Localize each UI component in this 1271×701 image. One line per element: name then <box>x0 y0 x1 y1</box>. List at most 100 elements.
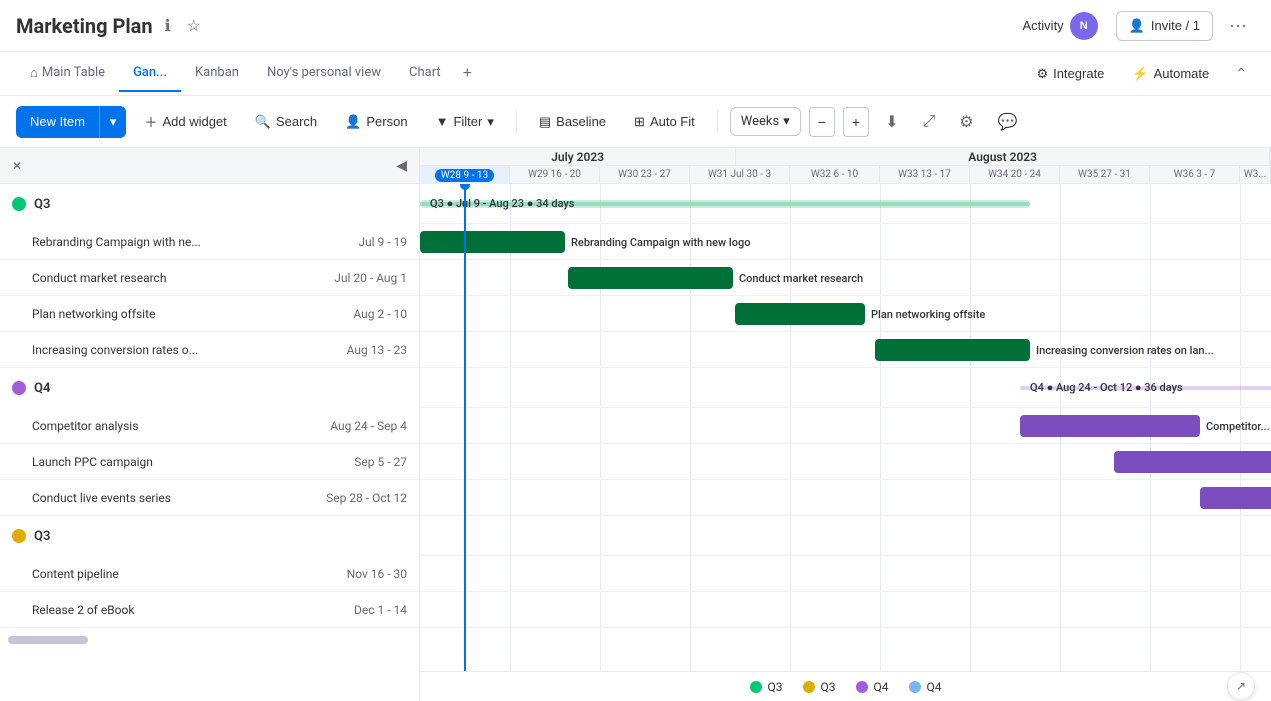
tab-bar: ⌂ Main Table Gan... Kanban Noy's persona… <box>0 52 1271 96</box>
integrate-label: Integrate <box>1053 66 1104 81</box>
activity-button[interactable]: Activity N <box>1013 6 1108 46</box>
weeks-selector[interactable]: Weeks ▾ <box>730 107 801 136</box>
task-name: Release 2 of eBook <box>32 603 354 617</box>
legend-dot-q3-green <box>750 681 762 693</box>
task-row: Conduct live events series Sep 28 - Oct … <box>0 480 419 516</box>
group-q3-gold: Q3 Content pipeline Nov 16 - 30 Release … <box>0 516 419 628</box>
tab-main-table[interactable]: ⌂ Main Table <box>16 55 119 93</box>
legend-dot-q4-purple <box>856 681 868 693</box>
star-icon-btn[interactable]: ☆ <box>183 12 205 40</box>
task-date: Dec 1 - 14 <box>354 603 407 617</box>
add-widget-label: Add widget <box>162 114 226 129</box>
zoom-out-button[interactable]: − <box>809 107 835 137</box>
app-header: Marketing Plan ℹ ☆ Activity N 👤 Invite /… <box>0 0 1271 52</box>
new-item-button[interactable]: New Item ▾ <box>16 106 126 138</box>
legend-q4-blue: Q4 <box>909 680 942 694</box>
add-widget-button[interactable]: ＋ Add widget <box>134 106 236 137</box>
task-name: Competitor analysis <box>32 419 330 433</box>
collapse-left-panel-btn[interactable]: ◀ <box>392 153 411 178</box>
gantt-group-row-q3-green: Q3 ● Jul 9 - Aug 23 ● 34 days <box>420 184 1271 224</box>
person-button[interactable]: 👤 Person <box>335 108 417 136</box>
week-cell-w30: W30 23 - 27 <box>600 166 690 184</box>
gantt-task-row: Increasing conversion rates on lan... <box>420 332 1271 368</box>
month-july-label: July 2023 <box>551 150 604 164</box>
gantt-panel: July 2023 August 2023 W28 9 - 13 W29 16 … <box>420 148 1271 701</box>
tab-gantt-label: Gan... <box>133 65 167 80</box>
gantt-group-row-q4-purple: Q4 ● Aug 24 - Oct 12 ● 36 days <box>420 368 1271 408</box>
week-cell-w33: W33 13 - 17 <box>880 166 970 184</box>
gantt-bar-networking[interactable]: Plan networking offsite <box>735 303 865 325</box>
month-july: July 2023 <box>420 148 736 166</box>
gantt-bar-rebranding[interactable]: Rebranding Campaign with new logo <box>420 231 565 253</box>
gantt-bar-label-competitor: Competitor... <box>1206 420 1270 433</box>
task-date: Nov 16 - 30 <box>347 567 407 581</box>
filter-icon: ▼ <box>436 114 449 129</box>
main-area: ✕ ◀ Q3 Rebranding Campaign with ne... Ju… <box>0 148 1271 701</box>
tab-personal[interactable]: Noy's personal view <box>253 55 395 92</box>
settings-button[interactable]: ⚙ <box>951 106 981 138</box>
scroll-area <box>0 636 419 644</box>
task-row: Rebranding Campaign with ne... Jul 9 - 1… <box>0 224 419 260</box>
group-header-q3-green[interactable]: Q3 <box>0 184 419 224</box>
filter-button[interactable]: ▼ Filter ▾ <box>426 108 504 136</box>
invite-icon: 👤 <box>1129 18 1145 34</box>
zoom-in-button[interactable]: + <box>843 107 869 137</box>
gantt-bar-competitor[interactable]: Competitor... <box>1020 415 1200 437</box>
legend-q3-gold: Q3 <box>803 680 836 694</box>
gantt-bar-label-networking: Plan networking offsite <box>871 308 985 321</box>
auto-fit-button[interactable]: ⊞ Auto Fit <box>624 108 705 136</box>
invite-button[interactable]: 👤 Invite / 1 <box>1116 11 1213 41</box>
toolbar-divider-2 <box>717 110 718 134</box>
month-august: August 2023 <box>736 148 1270 166</box>
baseline-button[interactable]: ▤ Baseline <box>529 108 616 136</box>
add-tab-button[interactable]: + <box>455 57 480 91</box>
group-dot-q4-purple <box>12 381 26 395</box>
gantt-bar-label-rebranding: Rebranding Campaign with new logo <box>571 236 750 249</box>
gantt-bar-market-research[interactable]: Conduct market research <box>568 267 733 289</box>
help-button[interactable]: 💬 <box>990 106 1026 138</box>
group-header-q3-gold[interactable]: Q3 <box>0 516 419 556</box>
close-left-panel-btn[interactable]: ✕ <box>8 155 26 177</box>
legend-label-q3-gold: Q3 <box>821 680 836 694</box>
group-dot-q3-gold <box>12 529 26 543</box>
task-name: Conduct market research <box>32 271 334 285</box>
task-date: Sep 28 - Oct 12 <box>326 491 407 505</box>
gantt-weeks-row: W28 9 - 13 W29 16 - 20 W30 23 - 27 W31 J… <box>420 166 1271 184</box>
title-area: Marketing Plan ℹ ☆ <box>16 12 205 40</box>
gantt-task-row-ppc <box>420 444 1271 480</box>
gantt-bar-ppc[interactable] <box>1114 451 1271 473</box>
search-button[interactable]: 🔍 Search <box>245 108 327 136</box>
task-row: Launch PPC campaign Sep 5 - 27 <box>0 444 419 480</box>
gantt-bar-label-conversion: Increasing conversion rates on lan... <box>1036 344 1214 357</box>
search-label: Search <box>276 114 317 129</box>
download-button[interactable]: ⬇ <box>877 106 906 138</box>
group-header-q4-purple[interactable]: Q4 <box>0 368 419 408</box>
resize-handle[interactable]: ↗ <box>1227 672 1255 700</box>
task-date: Jul 20 - Aug 1 <box>334 271 407 285</box>
legend-label-q4-blue: Q4 <box>927 680 942 694</box>
app-title: Marketing Plan <box>16 14 153 38</box>
tabs-left: ⌂ Main Table Gan... Kanban Noy's persona… <box>16 55 480 93</box>
person-label: Person <box>366 114 407 129</box>
gantt-group-row-q3-gold <box>420 516 1271 556</box>
tab-kanban[interactable]: Kanban <box>181 55 253 92</box>
toolbar-divider-1 <box>516 110 517 134</box>
tab-chart[interactable]: Chart <box>395 55 455 92</box>
more-options-button[interactable]: ··· <box>1221 9 1255 42</box>
gantt-bar-events[interactable] <box>1200 487 1271 509</box>
collapse-button[interactable]: ⌃ <box>1227 59 1255 88</box>
tab-gantt[interactable]: Gan... <box>119 55 181 92</box>
fullscreen-button[interactable]: ⤢ <box>914 107 943 137</box>
gantt-bar-conversion[interactable]: Increasing conversion rates on lan... <box>875 339 1030 361</box>
automate-button[interactable]: ⚡ Automate <box>1122 60 1219 88</box>
info-icon-btn[interactable]: ℹ <box>161 12 175 40</box>
scroll-thumb[interactable] <box>8 636 88 644</box>
task-date: Aug 24 - Sep 4 <box>330 419 407 433</box>
weeks-label: Weeks <box>741 114 779 129</box>
legend-q4-purple: Q4 <box>856 680 889 694</box>
baseline-label: Baseline <box>556 114 606 129</box>
new-item-dropdown-arrow[interactable]: ▾ <box>99 106 127 138</box>
integrate-button[interactable]: ⚙ Integrate <box>1026 60 1114 88</box>
gantt-task-row-ebook <box>420 592 1271 628</box>
avatar: N <box>1070 12 1098 40</box>
